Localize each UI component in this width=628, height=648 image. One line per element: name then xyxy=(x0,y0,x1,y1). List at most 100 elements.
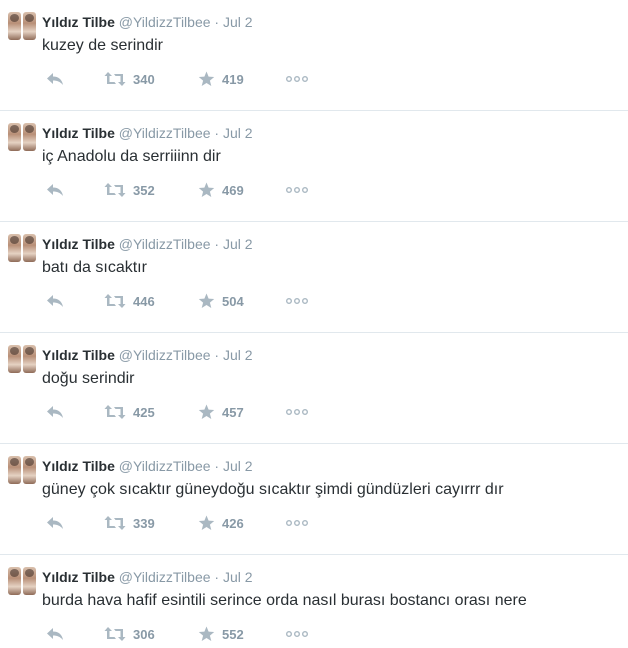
tweet[interactable]: Yıldız Tilbe @YildizzTilbee · Jul 2 kuze… xyxy=(0,0,628,111)
tweet[interactable]: Yıldız Tilbe @YildizzTilbee · Jul 2 doğu… xyxy=(0,333,628,444)
retweet-button[interactable]: 352 xyxy=(104,179,155,201)
tweet-date[interactable]: Jul 2 xyxy=(223,458,253,474)
retweet-button[interactable]: 425 xyxy=(104,401,155,423)
more-options-button[interactable] xyxy=(286,68,308,90)
favorite-count: 469 xyxy=(222,182,244,198)
favorite-button[interactable]: 504 xyxy=(198,290,244,312)
tweet-header: Yıldız Tilbe @YildizzTilbee · Jul 2 xyxy=(42,457,253,475)
tweet-text: doğu serindir xyxy=(42,370,135,387)
tweet-header: Yıldız Tilbe @YildizzTilbee · Jul 2 xyxy=(42,346,253,364)
meta-separator: · xyxy=(214,125,220,141)
more-options-button[interactable] xyxy=(286,623,308,645)
tweet-actions: 352 469 xyxy=(42,179,342,201)
more-options-button[interactable] xyxy=(286,401,308,423)
reply-arrow-icon xyxy=(47,517,63,529)
retweet-count: 446 xyxy=(133,293,155,309)
tweet-date[interactable]: Jul 2 xyxy=(223,14,253,30)
author-name[interactable]: Yıldız Tilbe xyxy=(42,569,115,585)
avatar[interactable] xyxy=(8,123,36,151)
retweet-icon xyxy=(104,516,126,530)
retweet-button[interactable]: 340 xyxy=(104,68,155,90)
reply-button[interactable] xyxy=(46,512,64,534)
tweet[interactable]: Yıldız Tilbe @YildizzTilbee · Jul 2 burd… xyxy=(0,555,628,648)
author-handle[interactable]: @YildizzTilbee xyxy=(119,236,211,252)
avatar[interactable] xyxy=(8,12,36,40)
favorite-count: 419 xyxy=(222,71,244,87)
more-dots-icon xyxy=(286,631,308,637)
meta-separator: · xyxy=(214,458,220,474)
avatar[interactable] xyxy=(8,345,36,373)
tweet-date[interactable]: Jul 2 xyxy=(223,125,253,141)
more-dots-icon xyxy=(286,409,308,415)
favorite-count: 504 xyxy=(222,293,244,309)
tweet-date[interactable]: Jul 2 xyxy=(223,347,253,363)
avatar[interactable] xyxy=(8,234,36,262)
author-handle[interactable]: @YildizzTilbee xyxy=(119,14,211,30)
star-icon xyxy=(198,293,215,308)
retweet-icon xyxy=(104,72,126,86)
tweet[interactable]: Yıldız Tilbe @YildizzTilbee · Jul 2 batı… xyxy=(0,222,628,333)
avatar[interactable] xyxy=(8,567,36,595)
author-name[interactable]: Yıldız Tilbe xyxy=(42,125,115,141)
favorite-button[interactable]: 419 xyxy=(198,68,244,90)
retweet-icon xyxy=(104,294,126,308)
tweet-text: batı da sıcaktır xyxy=(42,259,147,276)
star-icon xyxy=(198,515,215,530)
author-handle[interactable]: @YildizzTilbee xyxy=(119,347,211,363)
tweet-header: Yıldız Tilbe @YildizzTilbee · Jul 2 xyxy=(42,235,253,253)
star-icon xyxy=(198,182,215,197)
favorite-button[interactable]: 457 xyxy=(198,401,244,423)
reply-arrow-icon xyxy=(47,184,63,196)
more-dots-icon xyxy=(286,298,308,304)
favorite-count: 552 xyxy=(222,626,244,642)
author-name[interactable]: Yıldız Tilbe xyxy=(42,14,115,30)
author-handle[interactable]: @YildizzTilbee xyxy=(119,458,211,474)
author-name[interactable]: Yıldız Tilbe xyxy=(42,347,115,363)
tweet-text: iç Anadolu da serriiinn dir xyxy=(42,148,221,165)
favorite-button[interactable]: 469 xyxy=(198,179,244,201)
retweet-icon xyxy=(104,627,126,641)
retweet-count: 339 xyxy=(133,515,155,531)
retweet-button[interactable]: 446 xyxy=(104,290,155,312)
more-options-button[interactable] xyxy=(286,290,308,312)
retweet-button[interactable]: 339 xyxy=(104,512,155,534)
reply-button[interactable] xyxy=(46,179,64,201)
tweet-date[interactable]: Jul 2 xyxy=(223,569,253,585)
tweet-header: Yıldız Tilbe @YildizzTilbee · Jul 2 xyxy=(42,13,253,31)
author-handle[interactable]: @YildizzTilbee xyxy=(119,125,211,141)
star-icon xyxy=(198,404,215,419)
reply-button[interactable] xyxy=(46,68,64,90)
retweet-button[interactable]: 306 xyxy=(104,623,155,645)
tweet[interactable]: Yıldız Tilbe @YildizzTilbee · Jul 2 iç A… xyxy=(0,111,628,222)
retweet-count: 425 xyxy=(133,404,155,420)
author-name[interactable]: Yıldız Tilbe xyxy=(42,458,115,474)
more-options-button[interactable] xyxy=(286,179,308,201)
author-handle[interactable]: @YildizzTilbee xyxy=(119,569,211,585)
meta-separator: · xyxy=(214,569,220,585)
tweet-actions: 340 419 xyxy=(42,68,342,90)
meta-separator: · xyxy=(214,236,220,252)
retweet-count: 306 xyxy=(133,626,155,642)
tweet-actions: 306 552 xyxy=(42,623,342,645)
more-dots-icon xyxy=(286,76,308,82)
reply-button[interactable] xyxy=(46,623,64,645)
meta-separator: · xyxy=(214,347,220,363)
retweet-icon xyxy=(104,405,126,419)
avatar[interactable] xyxy=(8,456,36,484)
tweet-feed: Yıldız Tilbe @YildizzTilbee · Jul 2 kuze… xyxy=(0,0,628,648)
favorite-button[interactable]: 552 xyxy=(198,623,244,645)
meta-separator: · xyxy=(214,14,220,30)
favorite-count: 426 xyxy=(222,515,244,531)
reply-button[interactable] xyxy=(46,401,64,423)
reply-button[interactable] xyxy=(46,290,64,312)
more-options-button[interactable] xyxy=(286,512,308,534)
tweet-date[interactable]: Jul 2 xyxy=(223,236,253,252)
retweet-count: 340 xyxy=(133,71,155,87)
tweet-actions: 339 426 xyxy=(42,512,342,534)
reply-arrow-icon xyxy=(47,406,63,418)
tweet[interactable]: Yıldız Tilbe @YildizzTilbee · Jul 2 güne… xyxy=(0,444,628,555)
author-name[interactable]: Yıldız Tilbe xyxy=(42,236,115,252)
tweet-actions: 446 504 xyxy=(42,290,342,312)
favorite-button[interactable]: 426 xyxy=(198,512,244,534)
reply-arrow-icon xyxy=(47,628,63,640)
